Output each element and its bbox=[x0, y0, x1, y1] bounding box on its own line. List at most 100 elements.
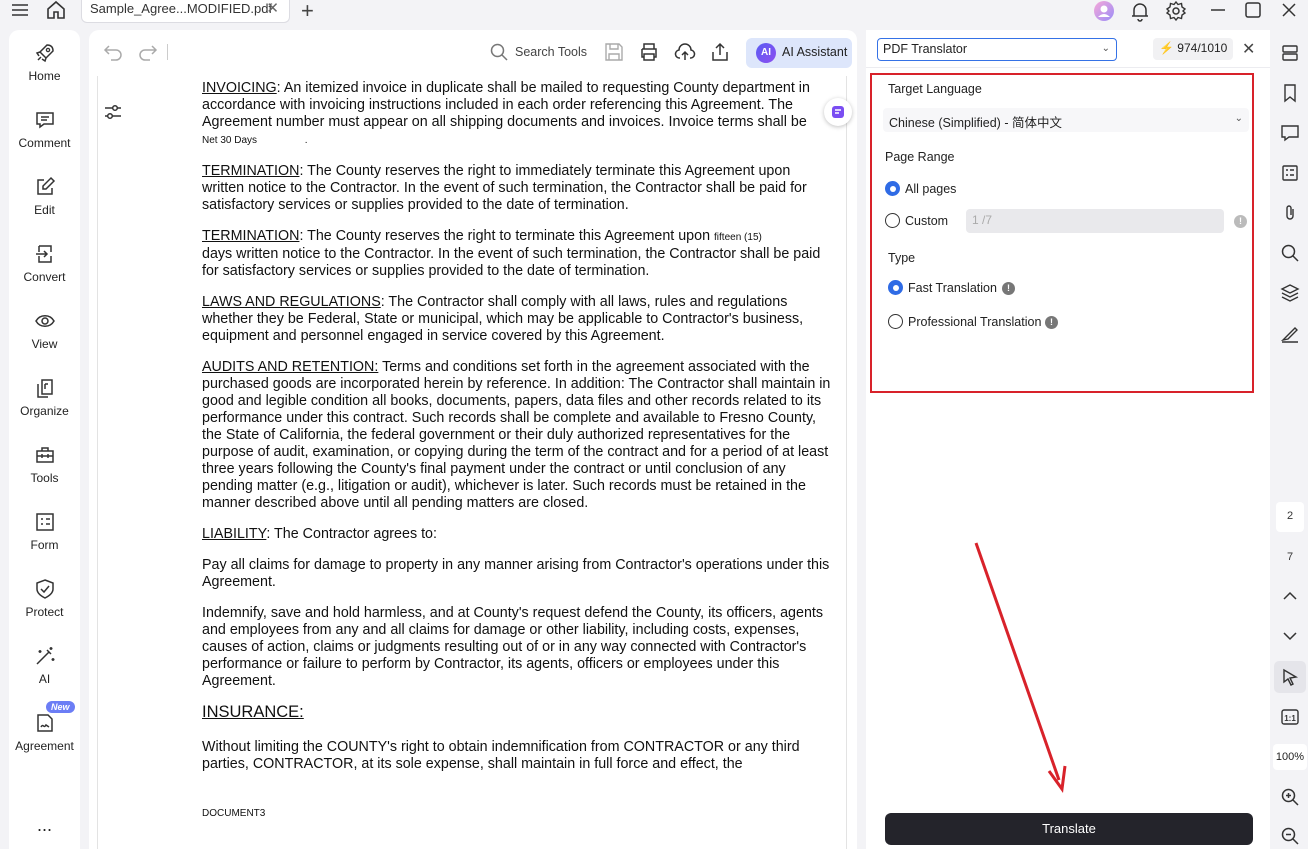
ai-assistant-label: AI Assistant bbox=[782, 45, 848, 59]
comment-icon[interactable] bbox=[1280, 123, 1300, 148]
close-panel-icon[interactable]: ✕ bbox=[1242, 39, 1255, 59]
ai-assistant-button[interactable]: AI AI Assistant bbox=[746, 38, 852, 68]
heading-laws: LAWS AND REGULATIONS bbox=[202, 294, 381, 310]
sidebar-item-label: Edit bbox=[34, 203, 55, 217]
info-icon[interactable]: ! bbox=[1045, 316, 1058, 329]
toolbar-divider bbox=[167, 44, 168, 60]
bookmark-icon[interactable] bbox=[1280, 83, 1300, 108]
heading-liability: LIABILITY bbox=[202, 526, 267, 542]
paragraph-audits: AUDITS AND RETENTION: Terms and conditio… bbox=[202, 359, 834, 512]
all-pages-label[interactable]: All pages bbox=[905, 182, 956, 196]
signature-icon[interactable] bbox=[1280, 323, 1300, 348]
annotation-arrow bbox=[974, 542, 1067, 793]
custom-range-placeholder: 1 /7 bbox=[972, 213, 993, 227]
attachment-icon[interactable] bbox=[1280, 203, 1300, 228]
chevron-down-icon[interactable] bbox=[1280, 626, 1300, 651]
undo-icon[interactable] bbox=[103, 41, 125, 68]
sidebar-item-tools[interactable]: Tools bbox=[9, 444, 80, 485]
more-icon[interactable]: ... bbox=[9, 816, 80, 834]
sidebar-item-organize[interactable]: Organize bbox=[9, 377, 80, 418]
document-tab[interactable]: Sample_Agree...MODIFIED.pdf ✕ bbox=[81, 0, 290, 23]
sidebar-item-label: AI bbox=[38, 672, 51, 686]
sidebar-item-label: Organize bbox=[20, 404, 69, 418]
right-rail: 2 7 1:1 100% bbox=[1272, 30, 1308, 849]
sidebar-item-label: Convert bbox=[23, 270, 66, 284]
new-badge: New bbox=[46, 701, 75, 713]
all-pages-radio[interactable] bbox=[885, 181, 900, 196]
sidebar-item-agreement[interactable]: New Agreement bbox=[9, 701, 80, 753]
sidebar-item-ai[interactable]: AI bbox=[9, 645, 80, 686]
fast-translation-label[interactable]: Fast Translation bbox=[908, 281, 997, 295]
current-page[interactable]: 2 bbox=[1272, 510, 1308, 522]
document-viewer[interactable]: INVOICING: An itemized invoice in duplic… bbox=[89, 76, 857, 849]
heading-invoicing: INVOICING bbox=[202, 80, 277, 96]
custom-label[interactable]: Custom bbox=[905, 214, 948, 228]
search-icon bbox=[490, 43, 508, 61]
shield-icon bbox=[35, 579, 54, 599]
home-icon[interactable] bbox=[45, 0, 67, 25]
sidebar-item-edit[interactable]: Edit bbox=[9, 176, 80, 217]
zoom-level[interactable]: 100% bbox=[1273, 744, 1307, 770]
gear-icon[interactable] bbox=[1165, 0, 1187, 27]
search-tools-label: Search Tools bbox=[515, 45, 588, 59]
paragraph-text: days written notice to the Contractor. I… bbox=[202, 246, 821, 279]
form-fields-icon[interactable] bbox=[1280, 163, 1300, 188]
page-range-label: Page Range bbox=[885, 150, 955, 164]
panels-icon[interactable] bbox=[1280, 43, 1300, 68]
professional-translation-label[interactable]: Professional Translation bbox=[908, 315, 1041, 329]
period: . bbox=[304, 135, 308, 146]
invoice-terms: Net 30 Days bbox=[202, 135, 258, 146]
zoom-in-icon[interactable] bbox=[1280, 787, 1300, 812]
paragraph-claims: Pay all claims for damage to property in… bbox=[202, 557, 830, 590]
paragraph-invoicing: INVOICING: An itemized invoice in duplic… bbox=[202, 80, 834, 149]
fast-translation-radio[interactable] bbox=[888, 280, 903, 295]
sidebar-item-form[interactable]: Form bbox=[9, 511, 80, 552]
close-tab-icon[interactable]: ✕ bbox=[266, 0, 279, 17]
chevron-up-icon[interactable] bbox=[1280, 586, 1300, 611]
search-icon[interactable] bbox=[1280, 243, 1300, 268]
info-icon[interactable]: ! bbox=[1234, 215, 1247, 228]
paragraph-text: Terms and conditions set forth in the ag… bbox=[202, 359, 831, 511]
cursor-icon[interactable] bbox=[1280, 667, 1300, 692]
paragraph-insurance: Without limiting the COUNTY's right to o… bbox=[202, 739, 800, 772]
translate-button[interactable]: Translate bbox=[885, 813, 1253, 845]
translator-mode-select[interactable]: PDF Translator ⌄ bbox=[877, 38, 1117, 61]
zoom-out-icon[interactable] bbox=[1280, 826, 1300, 849]
new-tab-icon[interactable]: + bbox=[301, 0, 314, 24]
sidebar-item-protect[interactable]: Protect bbox=[9, 578, 80, 619]
paragraph-text: : The County reserves the right to termi… bbox=[299, 228, 711, 244]
heading-termination: TERMINATION bbox=[202, 163, 300, 179]
translator-panel: PDF Translator ⌄ ⚡ 974/1010 ✕ Target Lan… bbox=[866, 30, 1270, 849]
print-icon[interactable] bbox=[638, 41, 660, 68]
comment-icon bbox=[35, 112, 54, 129]
custom-radio[interactable] bbox=[885, 213, 900, 228]
maximize-icon[interactable] bbox=[1243, 0, 1263, 25]
sidebar-item-comment[interactable]: Comment bbox=[9, 109, 80, 150]
bell-icon[interactable] bbox=[1129, 0, 1151, 27]
heading-insurance: INSURANCE: bbox=[202, 703, 304, 721]
avatar[interactable] bbox=[1093, 0, 1115, 27]
minimize-icon[interactable] bbox=[1208, 0, 1228, 25]
document-text: INVOICING: An itemized invoice in duplic… bbox=[202, 80, 834, 787]
sidebar-item-home[interactable]: Home bbox=[9, 42, 80, 83]
sidebar-item-view[interactable]: View bbox=[9, 310, 80, 351]
heading-termination: TERMINATION bbox=[202, 228, 300, 244]
sidebar-item-convert[interactable]: Convert bbox=[9, 243, 80, 284]
target-language-select[interactable]: Chinese (Simplified) - 简体中文 ⌄ bbox=[883, 108, 1249, 132]
close-window-icon[interactable] bbox=[1279, 0, 1299, 25]
redo-icon[interactable] bbox=[136, 41, 158, 68]
sliders-icon[interactable] bbox=[101, 100, 125, 124]
menu-icon[interactable] bbox=[10, 1, 30, 24]
paragraph-laws: LAWS AND REGULATIONS: The Contractor sha… bbox=[202, 294, 834, 345]
cloud-upload-icon[interactable] bbox=[674, 41, 696, 68]
professional-translation-radio[interactable] bbox=[888, 314, 903, 329]
layers-icon[interactable] bbox=[1280, 283, 1300, 308]
custom-range-input[interactable]: 1 /7 bbox=[966, 209, 1224, 233]
actual-size-label: 1:1 bbox=[1284, 714, 1296, 723]
left-sidebar: Home Comment Edit Convert View Organize … bbox=[9, 30, 80, 849]
actual-size-icon[interactable]: 1:1 bbox=[1280, 707, 1300, 732]
info-icon[interactable]: ! bbox=[1002, 282, 1015, 295]
credits-badge: ⚡ 974/1010 bbox=[1153, 38, 1234, 60]
save-icon[interactable] bbox=[603, 41, 625, 68]
share-icon[interactable] bbox=[709, 41, 731, 68]
